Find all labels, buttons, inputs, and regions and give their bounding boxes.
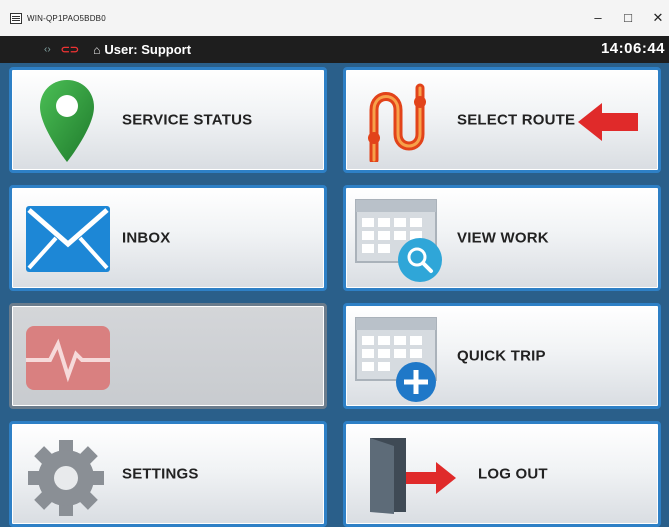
log-out-label: LOG OUT [478, 465, 548, 483]
maximize-button[interactable]: □ [618, 10, 638, 25]
home-icon[interactable]: ⌂ [93, 43, 100, 57]
close-button[interactable]: ✕ [648, 10, 668, 26]
calendar-add-icon [355, 317, 437, 402]
service-status-label: SERVICE STATUS [122, 111, 253, 129]
envelope-icon [26, 206, 110, 272]
exit-door-icon [370, 438, 456, 514]
clock: 14:06:44 [600, 40, 665, 57]
link-icon: ⊂⊃ [60, 44, 80, 56]
service-status-button[interactable]: SERVICE STATUS [9, 67, 327, 173]
user-label: User: Support [104, 42, 192, 57]
inbox-label: INBOX [122, 229, 171, 247]
route-icon [368, 83, 426, 162]
network-icon: ‹› [44, 44, 51, 55]
select-route-label: SELECT ROUTE [457, 111, 576, 129]
minimize-button[interactable]: – [588, 10, 608, 25]
quick-trip-button[interactable]: QUICK TRIP [343, 303, 661, 409]
window-title: WIN-QP1PAO5BDB0 [27, 13, 106, 23]
quick-trip-label: QUICK TRIP [457, 347, 546, 365]
log-out-button[interactable]: LOG OUT [343, 421, 661, 527]
settings-button[interactable]: SETTINGS [9, 421, 327, 527]
calendar-search-icon [355, 199, 442, 282]
window-titlebar: WIN-QP1PAO5BDB0 – □ ✕ [0, 0, 669, 37]
settings-label: SETTINGS [122, 465, 199, 483]
heartbeat-icon [26, 326, 110, 390]
app-window-icon [10, 12, 22, 24]
inbox-button[interactable]: INBOX [9, 185, 327, 291]
gear-icon [28, 440, 104, 516]
view-work-button[interactable]: VIEW WORK [343, 185, 661, 291]
app-header: ‹› ⊂⊃ ⌂ User: Support 14:06:44 [0, 36, 669, 63]
view-work-label: VIEW WORK [457, 229, 549, 247]
select-route-button[interactable]: SELECT ROUTE [343, 67, 661, 173]
map-pin-icon [40, 80, 94, 162]
health-monitor-button [9, 303, 327, 409]
arrow-left-icon [578, 103, 638, 141]
